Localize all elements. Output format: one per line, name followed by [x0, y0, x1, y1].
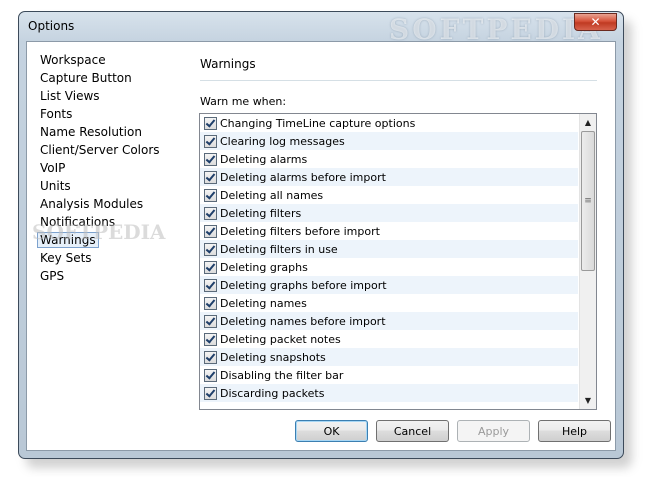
list-item[interactable]: Deleting names before import: [200, 312, 578, 330]
category-list: Workspace Capture Button List Views Font…: [37, 51, 187, 285]
sidebar-item-workspace[interactable]: Workspace: [37, 51, 187, 69]
checkbox[interactable]: [204, 134, 217, 148]
sidebar-item-voip[interactable]: VoIP: [37, 159, 187, 177]
list-item[interactable]: Deleting all names: [200, 186, 578, 204]
list-item[interactable]: Deleting names: [200, 294, 578, 312]
help-button[interactable]: Help: [538, 420, 611, 442]
sidebar-item-notifications[interactable]: Notifications: [37, 213, 187, 231]
title-bar[interactable]: Options SOFTPEDIA ✕: [19, 12, 623, 46]
scroll-up-arrow-icon[interactable]: ▲: [580, 114, 596, 131]
close-icon: ✕: [590, 15, 601, 29]
list-item[interactable]: Deleting snapshots: [200, 348, 578, 366]
checkbox[interactable]: [204, 260, 217, 274]
sidebar-item-analysis-modules[interactable]: Analysis Modules: [37, 195, 187, 213]
scroll-down-arrow-icon[interactable]: ▼: [580, 392, 596, 409]
warn-me-when-label: Warn me when:: [200, 95, 287, 108]
checkbox[interactable]: [204, 224, 217, 238]
cancel-button[interactable]: Cancel: [376, 420, 449, 442]
checkbox[interactable]: [204, 386, 217, 400]
options-dialog: Options SOFTPEDIA ✕ Workspace Capture Bu…: [18, 11, 624, 459]
list-item[interactable]: Deleting graphs before import: [200, 276, 578, 294]
list-item[interactable]: Changing TimeLine capture options: [200, 114, 578, 132]
vertical-scrollbar[interactable]: ▲ ≡ ▼: [579, 114, 596, 409]
checkbox[interactable]: [204, 296, 217, 310]
checkbox[interactable]: [204, 368, 217, 382]
warnings-rows: Changing TimeLine capture options Cleari…: [200, 114, 578, 402]
checkbox[interactable]: [204, 206, 217, 220]
checkbox[interactable]: [204, 188, 217, 202]
checkbox[interactable]: [204, 152, 217, 166]
list-item[interactable]: Deleting packet notes: [200, 330, 578, 348]
list-item[interactable]: Deleting alarms before import: [200, 168, 578, 186]
grip-icon: ≡: [584, 196, 592, 206]
sidebar-item-warnings[interactable]: Warnings: [37, 231, 187, 249]
sidebar-item-capture-button[interactable]: Capture Button: [37, 69, 187, 87]
sidebar-item-name-resolution[interactable]: Name Resolution: [37, 123, 187, 141]
checkbox[interactable]: [204, 278, 217, 292]
checkbox[interactable]: [204, 242, 217, 256]
dialog-body: Workspace Capture Button List Views Font…: [26, 41, 616, 451]
checkbox[interactable]: [204, 116, 217, 130]
sidebar-item-fonts[interactable]: Fonts: [37, 105, 187, 123]
checkbox[interactable]: [204, 170, 217, 184]
sidebar-item-list-views[interactable]: List Views: [37, 87, 187, 105]
list-item[interactable]: Clearing log messages: [200, 132, 578, 150]
sidebar-item-key-sets[interactable]: Key Sets: [37, 249, 187, 267]
list-item[interactable]: Deleting alarms: [200, 150, 578, 168]
checkbox[interactable]: [204, 332, 217, 346]
checkbox[interactable]: [204, 314, 217, 328]
sidebar-item-gps[interactable]: GPS: [37, 267, 187, 285]
apply-button[interactable]: Apply: [457, 420, 530, 442]
close-button[interactable]: ✕: [574, 13, 617, 31]
scroll-thumb[interactable]: ≡: [581, 131, 595, 271]
sidebar-item-units[interactable]: Units: [37, 177, 187, 195]
section-divider: [200, 80, 597, 81]
list-item[interactable]: Deleting filters: [200, 204, 578, 222]
ok-button[interactable]: OK: [295, 420, 368, 442]
list-item[interactable]: Deleting graphs: [200, 258, 578, 276]
window-title: Options: [28, 19, 75, 33]
list-item[interactable]: Deleting filters before import: [200, 222, 578, 240]
section-title: Warnings: [200, 57, 256, 71]
list-item[interactable]: Discarding packets: [200, 384, 578, 402]
list-item[interactable]: Disabling the filter bar: [200, 366, 578, 384]
sidebar-item-client-server-colors[interactable]: Client/Server Colors: [37, 141, 187, 159]
list-item[interactable]: Deleting filters in use: [200, 240, 578, 258]
checkbox[interactable]: [204, 350, 217, 364]
warnings-checklist[interactable]: Changing TimeLine capture options Cleari…: [199, 113, 597, 410]
